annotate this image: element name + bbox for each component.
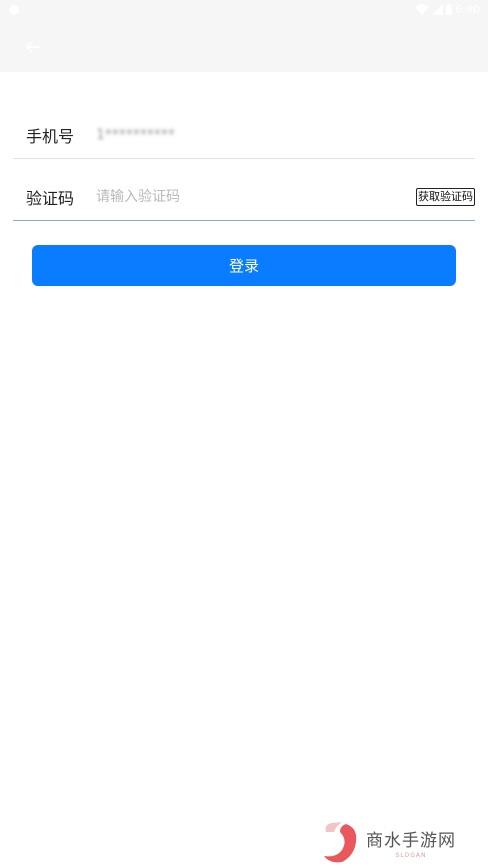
watermark-slogan: SLOGAN — [395, 851, 427, 859]
notification-icon — [9, 5, 19, 15]
watermark-text: 商水手游网 SLOGAN — [366, 826, 456, 859]
signal-icon — [432, 4, 444, 15]
status-bar: 6:40 — [0, 0, 488, 22]
status-time: 6:40 — [455, 3, 480, 16]
status-icons: 6:40 — [415, 3, 480, 16]
phone-label: 手机号 — [26, 127, 75, 146]
phone-input[interactable] — [96, 123, 186, 147]
login-button[interactable]: 登录 — [32, 245, 456, 286]
wifi-icon — [415, 4, 430, 15]
watermark-logo-icon — [324, 822, 357, 863]
battery-icon — [446, 4, 453, 15]
back-arrow-icon — [26, 41, 40, 53]
app-bar — [0, 22, 488, 72]
code-row: 验证码 获取验证码 — [13, 174, 475, 221]
code-label: 验证码 — [26, 189, 75, 208]
phone-row: 手机号 — [13, 112, 475, 159]
watermark: 商水手游网 SLOGAN — [316, 818, 484, 866]
verification-code-input[interactable] — [96, 185, 396, 209]
get-code-button[interactable]: 获取验证码 — [416, 188, 475, 206]
back-button[interactable] — [18, 32, 48, 62]
watermark-name: 商水手游网 — [366, 830, 456, 851]
